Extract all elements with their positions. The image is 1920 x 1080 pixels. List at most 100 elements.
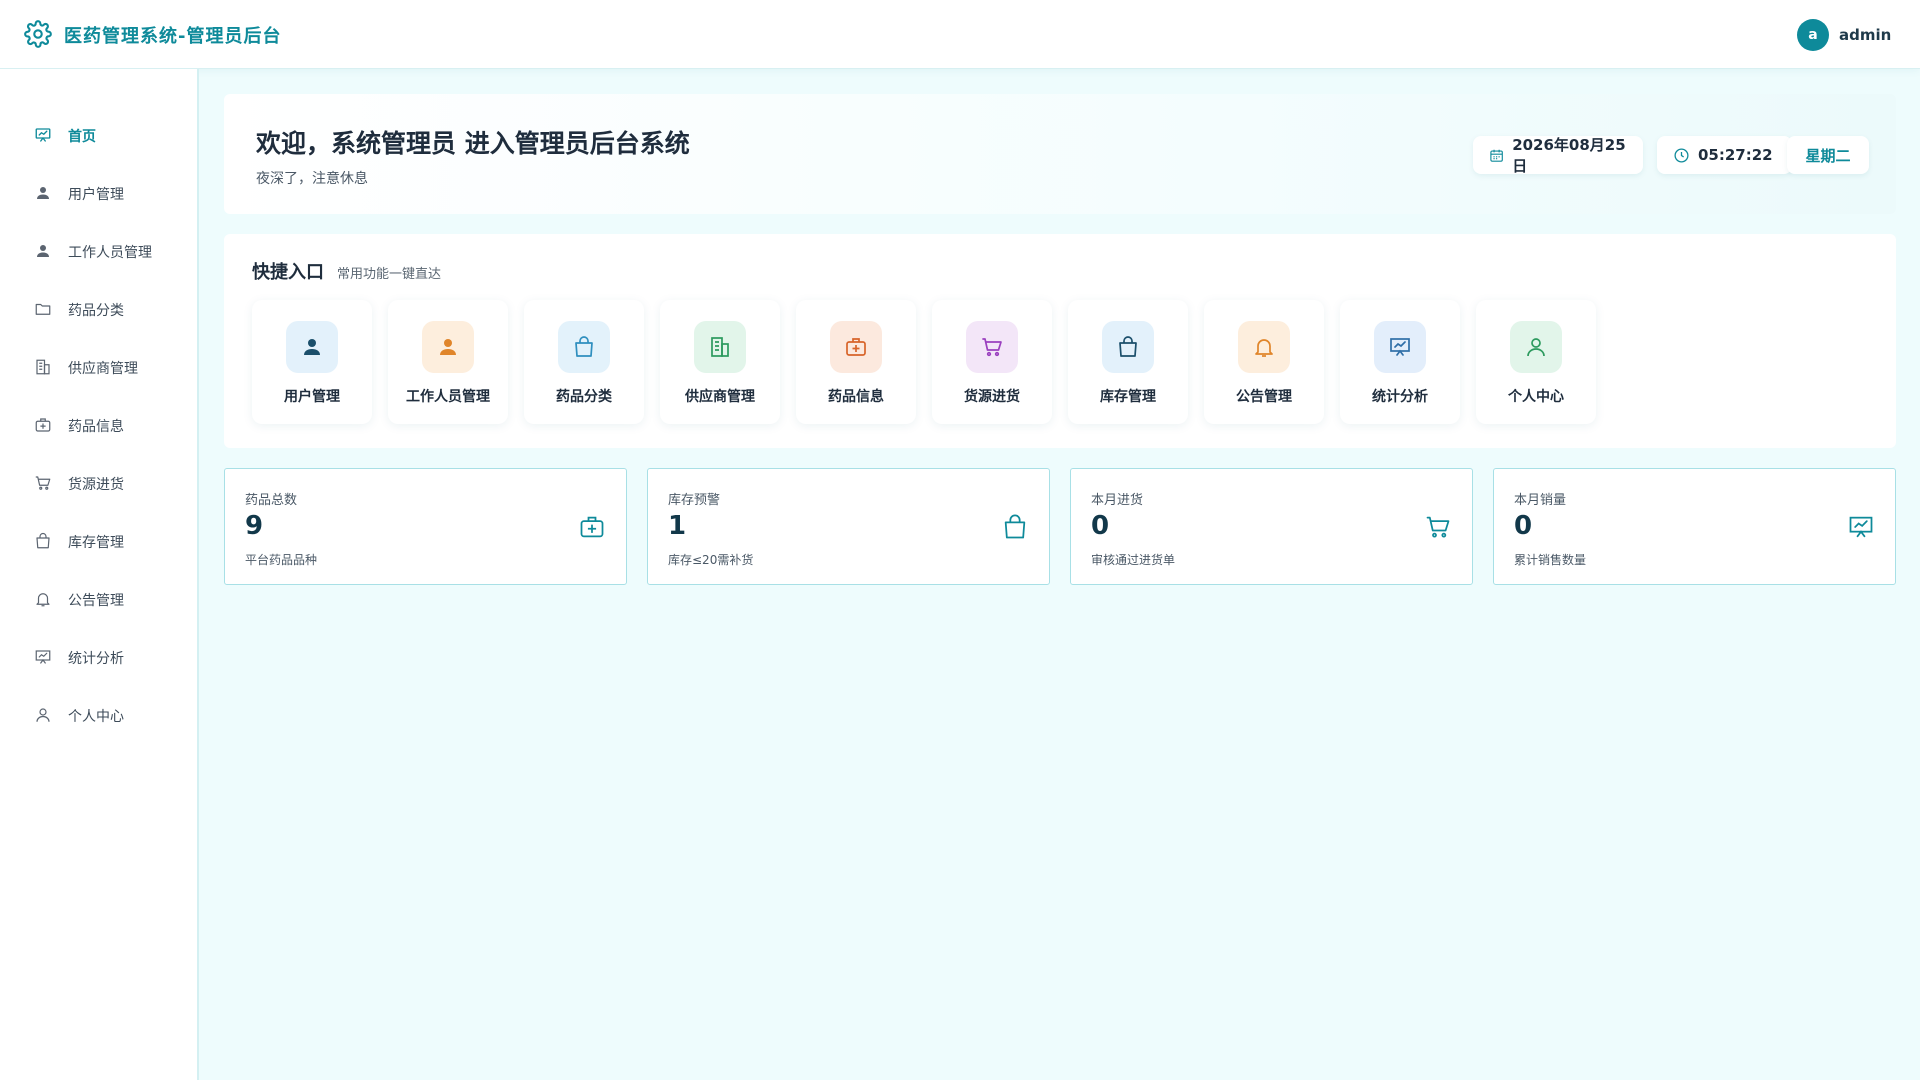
- dashboard-icon: [35, 128, 51, 142]
- stat-value: 0: [1514, 511, 1533, 541]
- sidebar-item-users[interactable]: 用户管理: [0, 173, 199, 213]
- sidebar-item-label: 统计分析: [68, 651, 124, 667]
- user-icon: [440, 339, 456, 355]
- medkit-icon: [35, 418, 51, 432]
- welcome-subtitle: 夜深了，注意休息: [256, 171, 368, 187]
- chart-board-icon: [1849, 516, 1873, 538]
- welcome-banner: 欢迎，系统管理员 进入管理员后台系统 夜深了，注意休息 2026年08月25日 …: [224, 94, 1896, 214]
- quick-card-label: 库存管理: [1100, 389, 1156, 405]
- bell-icon: [36, 593, 50, 607]
- stat-label: 药品总数: [245, 493, 298, 508]
- stat-card-monthly-sales: 本月销量 0 累计销售数量: [1493, 468, 1896, 585]
- sidebar-item-drug-info[interactable]: 药品信息: [0, 405, 199, 445]
- quick-icon-bg: [286, 321, 338, 373]
- sidebar-item-home[interactable]: 首页: [0, 115, 199, 155]
- avatar[interactable]: a: [1797, 19, 1829, 51]
- weekday-pill: 星期二: [1787, 136, 1869, 174]
- stat-label: 库存预警: [668, 493, 721, 508]
- sidebar-item-label: 公告管理: [68, 593, 124, 609]
- quick-card-label: 公告管理: [1236, 389, 1292, 405]
- sidebar-item-drug-category[interactable]: 药品分类: [0, 289, 199, 329]
- building-icon: [36, 359, 50, 375]
- bag-icon: [1119, 336, 1137, 357]
- folder-icon: [35, 303, 51, 315]
- quick-icon-bg: [1374, 321, 1426, 373]
- username-label[interactable]: admin: [1839, 26, 1891, 44]
- stat-note: 平台药品品种: [245, 553, 318, 567]
- stat-note: 库存≤20需补货: [668, 553, 754, 567]
- stat-value: 1: [668, 511, 687, 541]
- quick-icon-bg: [1102, 321, 1154, 373]
- quick-entry-title: 快捷入口: [252, 262, 324, 283]
- quick-card-drug-category[interactable]: 药品分类: [524, 300, 644, 424]
- quick-card-label: 个人中心: [1508, 389, 1564, 405]
- quick-icon-bg: [1510, 321, 1562, 373]
- quick-card-label: 药品分类: [556, 389, 612, 405]
- sidebar-item-label: 个人中心: [68, 709, 124, 725]
- sidebar-item-purchase[interactable]: 货源进货: [0, 463, 199, 503]
- time-pill: 05:27:22: [1657, 136, 1792, 174]
- chart-board-icon: [1390, 338, 1410, 356]
- quick-icon-bg: [558, 321, 610, 373]
- stat-note: 审核通过进货单: [1091, 553, 1176, 567]
- quick-card-purchase[interactable]: 货源进货: [932, 300, 1052, 424]
- stat-card-monthly-purchase: 本月进货 0 审核通过进货单: [1070, 468, 1473, 585]
- user-icon: [37, 187, 49, 199]
- sidebar-item-notice[interactable]: 公告管理: [0, 579, 199, 619]
- cart-icon: [35, 476, 51, 490]
- user-icon: [304, 339, 320, 355]
- welcome-title: 欢迎，系统管理员 进入管理员后台系统: [256, 129, 690, 158]
- quick-icon-bg: [422, 321, 474, 373]
- quick-card-statistics[interactable]: 统计分析: [1340, 300, 1460, 424]
- bag-icon: [575, 336, 593, 357]
- sidebar-item-staff[interactable]: 工作人员管理: [0, 231, 199, 271]
- sidebar-item-label: 库存管理: [68, 535, 124, 551]
- quick-icon-bg: [830, 321, 882, 373]
- sidebar-item-inventory[interactable]: 库存管理: [0, 521, 199, 561]
- sidebar-item-label: 首页: [68, 129, 96, 145]
- quick-card-label: 货源进货: [964, 389, 1020, 405]
- gear-icon[interactable]: [24, 20, 52, 48]
- weekday-text: 星期二: [1805, 146, 1851, 165]
- date-pill: 2026年08月25日: [1473, 136, 1643, 175]
- medkit-icon: [580, 516, 604, 538]
- quick-card-supplier[interactable]: 供应商管理: [660, 300, 780, 424]
- quick-card-notice[interactable]: 公告管理: [1204, 300, 1324, 424]
- calendar-icon: [1490, 149, 1503, 162]
- quick-card-inventory[interactable]: 库存管理: [1068, 300, 1188, 424]
- sidebar-item-label: 药品信息: [68, 419, 124, 435]
- sidebar-item-label: 药品分类: [68, 303, 124, 319]
- sidebar-item-profile[interactable]: 个人中心: [0, 695, 199, 735]
- cart-icon: [1426, 516, 1450, 538]
- quick-card-label: 统计分析: [1372, 389, 1428, 405]
- quick-card-staff[interactable]: 工作人员管理: [388, 300, 508, 424]
- quick-icon-bg: [694, 321, 746, 373]
- person-outline-icon: [36, 708, 50, 722]
- user-icon: [37, 245, 49, 257]
- stat-card-total-drugs: 药品总数 9 平台药品品种: [224, 468, 627, 585]
- sidebar-item-label: 工作人员管理: [68, 245, 152, 261]
- quick-icon-bg: [1238, 321, 1290, 373]
- quick-card-label: 药品信息: [828, 389, 884, 405]
- sidebar-item-label: 供应商管理: [68, 361, 138, 377]
- stat-label: 本月销量: [1514, 493, 1567, 508]
- clock-icon: [1674, 147, 1689, 163]
- sidebar-item-label: 货源进货: [68, 477, 124, 493]
- quick-card-drug-info[interactable]: 药品信息: [796, 300, 916, 424]
- time-text: 05:27:22: [1698, 146, 1773, 164]
- sidebar-item-supplier[interactable]: 供应商管理: [0, 347, 199, 387]
- stat-note: 累计销售数量: [1514, 553, 1587, 567]
- date-text: 2026年08月25日: [1512, 136, 1626, 175]
- quick-card-users[interactable]: 用户管理: [252, 300, 372, 424]
- stat-value: 0: [1091, 511, 1110, 541]
- building-icon: [711, 337, 729, 357]
- app-title: 医药管理系统-管理员后台: [64, 26, 282, 47]
- chart-board-icon: [35, 650, 51, 664]
- person-outline-icon: [1527, 338, 1545, 357]
- quick-icon-bg: [966, 321, 1018, 373]
- sidebar-item-statistics[interactable]: 统计分析: [0, 637, 199, 677]
- bag-icon: [36, 532, 50, 549]
- quick-card-profile[interactable]: 个人中心: [1476, 300, 1596, 424]
- top-header: 医药管理系统-管理员后台 a admin: [0, 0, 1920, 69]
- stat-card-stock-warning: 库存预警 1 库存≤20需补货: [647, 468, 1050, 585]
